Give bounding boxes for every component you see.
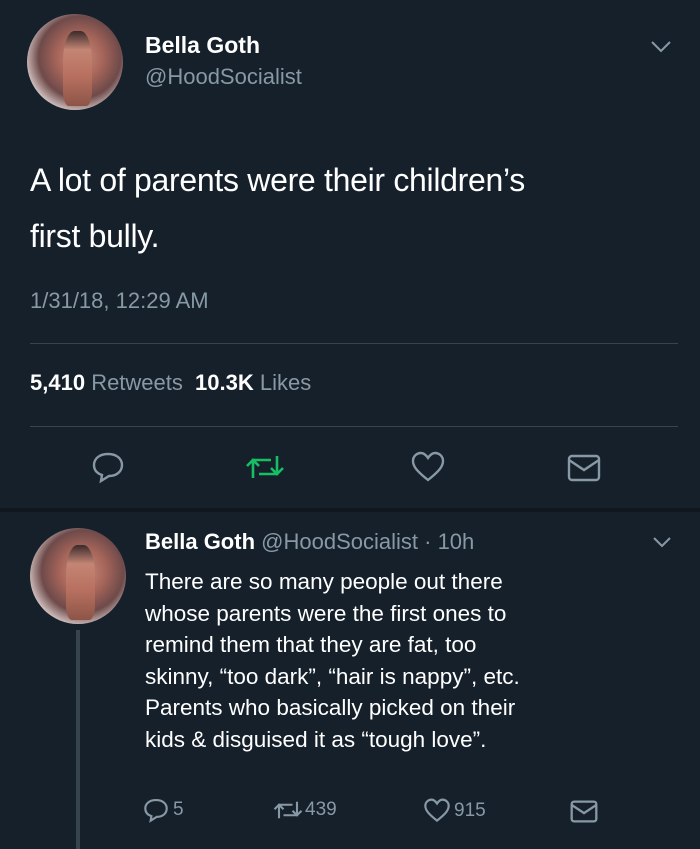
likes-label[interactable]: Likes xyxy=(260,370,311,395)
retweet-icon xyxy=(273,798,303,822)
reply-retweet-count: 439 xyxy=(305,799,337,820)
section-divider xyxy=(0,508,700,512)
divider xyxy=(30,426,678,427)
main-tweet-text-line1: A lot of parents were their children’s xyxy=(30,162,525,198)
reply-text-line: skinny, “too dark”, “hair is nappy”, etc… xyxy=(145,663,520,689)
reply-text-line: remind them that they are fat, too xyxy=(145,632,477,658)
main-display-name[interactable]: Bella Goth xyxy=(145,32,260,59)
reply-text-line: There are so many people out there xyxy=(145,569,503,594)
main-avatar[interactable] xyxy=(27,14,123,110)
reply-avatar[interactable] xyxy=(30,528,126,624)
main-timestamp[interactable]: 1/31/18, 12:29 AM xyxy=(30,288,209,314)
reply-like-action[interactable]: 915 xyxy=(423,798,486,823)
reply-time[interactable]: · 10h xyxy=(424,529,474,554)
main-tweet-text-line2: first bully. xyxy=(30,218,160,254)
divider xyxy=(30,343,678,344)
reply-icon xyxy=(143,797,169,823)
engagement-stats: 5,410 Retweets 10.3K Likes xyxy=(30,370,311,396)
reply-retweet-action[interactable]: 439 xyxy=(273,798,337,822)
message-icon[interactable] xyxy=(570,800,598,823)
thread-line xyxy=(76,630,80,849)
heart-icon[interactable] xyxy=(410,451,446,483)
reply-text-line: kids & disguised it as “tough love”. xyxy=(145,726,487,752)
reply-display-name[interactable]: Bella Goth xyxy=(145,529,255,554)
main-handle[interactable]: @HoodSocialist xyxy=(145,64,302,90)
reply-icon[interactable] xyxy=(91,450,125,484)
heart-icon xyxy=(423,798,451,823)
reply-handle[interactable]: @HoodSocialist xyxy=(261,529,418,554)
reply-like-count: 915 xyxy=(454,799,486,821)
chevron-down-icon[interactable] xyxy=(652,536,672,549)
likes-count[interactable]: 10.3K xyxy=(195,370,254,395)
retweet-icon[interactable] xyxy=(245,452,285,482)
reply-count: 5 xyxy=(173,799,184,820)
message-icon[interactable] xyxy=(567,454,601,482)
retweets-label[interactable]: Retweets xyxy=(91,370,183,395)
chevron-down-icon[interactable] xyxy=(650,40,672,54)
reply-reply-action[interactable]: 5 xyxy=(143,797,184,823)
reply-header: Bella Goth @HoodSocialist · 10h xyxy=(145,529,474,555)
retweets-count[interactable]: 5,410 xyxy=(30,370,85,395)
reply-text: There are so many people out there whose… xyxy=(145,566,520,756)
reply-text-line: Parents who basically picked on their xyxy=(145,695,516,721)
reply-text-line: whose parents were the first ones to xyxy=(145,600,507,626)
